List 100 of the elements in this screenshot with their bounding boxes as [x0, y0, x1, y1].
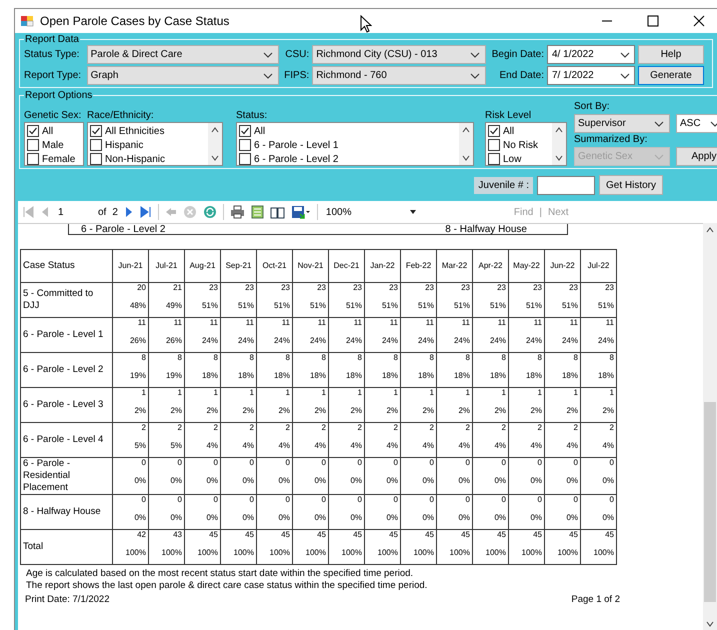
checkbox[interactable]	[90, 139, 102, 151]
dropdown[interactable]: Supervisor	[574, 114, 670, 133]
table-cell: 8 18%	[184, 352, 220, 388]
checkbox[interactable]	[239, 139, 251, 151]
scrollbar[interactable]	[459, 123, 473, 165]
column-header: Aug-21	[184, 250, 220, 282]
table-cell: 2 4%	[220, 422, 256, 458]
table-cell: 2 4%	[364, 422, 400, 458]
table-cell: 0 0%	[292, 458, 328, 494]
chevron-icon	[620, 72, 630, 78]
chevron-icon	[654, 154, 664, 160]
checkbox[interactable]	[488, 125, 500, 137]
report-button[interactable]: Help	[638, 45, 704, 64]
checkbox-label: No Risk	[503, 140, 538, 150]
row-label: 5 - Committed to DJJ	[20, 282, 112, 318]
date-picker[interactable]: 7/ 1/2022	[547, 66, 635, 85]
table-cell: 0 0%	[328, 458, 364, 494]
table-cell: 45 100%	[220, 530, 256, 564]
table-cell: 0 0%	[220, 458, 256, 494]
dropdown[interactable]: Richmond - 760	[312, 66, 486, 85]
row-label: 6 - Parole - Level 3	[20, 388, 112, 422]
table-cell: 1 2%	[580, 388, 616, 422]
dropdown[interactable]: Parole & Direct Care	[86, 45, 279, 64]
table-cell: 0 0%	[472, 494, 508, 530]
print-icon[interactable]	[230, 205, 245, 219]
scrollbar[interactable]	[552, 123, 566, 165]
scroll-up-icon[interactable]	[555, 127, 563, 133]
table-cell: 0 0%	[328, 494, 364, 530]
table-cell: 11 24%	[508, 318, 544, 352]
refresh-icon[interactable]	[202, 205, 217, 219]
scroll-down-icon[interactable]	[706, 621, 714, 627]
table-cell: 8 18%	[436, 352, 472, 388]
column-header: Jun-22	[544, 250, 580, 282]
scroll-down-icon[interactable]	[211, 155, 219, 161]
table-cell: 23 51%	[400, 282, 436, 318]
field-label: Begin Date:	[490, 48, 544, 60]
checkbox[interactable]	[27, 125, 39, 137]
table-cell: 23 51%	[364, 282, 400, 318]
table-cell: 8 18%	[580, 352, 616, 388]
checkbox-label: Male	[42, 140, 64, 150]
scroll-up-icon[interactable]	[462, 127, 470, 133]
table-cell: 0 0%	[364, 458, 400, 494]
table-cell: 0 0%	[472, 458, 508, 494]
table-cell: 8 18%	[292, 352, 328, 388]
checkbox[interactable]	[27, 139, 39, 151]
report-note: Age is calculated based on the most recent status start date within the specified time period.	[26, 568, 414, 580]
table-cell: 2 4%	[544, 422, 580, 458]
scroll-down-icon[interactable]	[555, 155, 563, 161]
group-legend: Report Options	[24, 90, 94, 101]
get-history-button[interactable]: Get History	[598, 175, 663, 195]
table-cell: 0 0%	[508, 458, 544, 494]
table-cell: 45 100%	[400, 530, 436, 564]
zoom-dropdown[interactable]: 100%	[324, 206, 418, 218]
row-label: 6 - Parole - Residential Placement	[20, 458, 112, 494]
date-picker[interactable]: 4/ 1/2022	[547, 45, 635, 64]
dropdown[interactable]: Graph	[86, 66, 279, 85]
scroll-thumb[interactable]	[704, 402, 716, 602]
scrollbar[interactable]	[703, 223, 717, 630]
scrollbar[interactable]	[208, 123, 222, 165]
column-header: Oct-21	[256, 250, 292, 282]
checkbox[interactable]	[27, 153, 39, 165]
dropdown[interactable]: ASC	[676, 114, 717, 133]
table-cell: 0 0%	[580, 458, 616, 494]
page-layout-icon[interactable]	[250, 205, 264, 219]
table-cell: 45 100%	[184, 530, 220, 564]
juvenile-number-field[interactable]	[536, 176, 595, 194]
apply-button[interactable]: Apply	[676, 147, 717, 166]
table-cell: 0 0%	[256, 458, 292, 494]
checkbox[interactable]	[488, 139, 500, 151]
checkbox[interactable]	[239, 125, 251, 137]
scroll-up-icon[interactable]	[706, 227, 714, 233]
close-icon[interactable]	[693, 15, 705, 27]
book-icon[interactable]	[270, 206, 285, 218]
scroll-up-icon[interactable]	[211, 127, 219, 133]
maximize-icon[interactable]	[647, 15, 659, 27]
dropdown[interactable]: Richmond City (CSU) - 013	[312, 45, 486, 64]
save-icon[interactable]	[290, 205, 311, 219]
checkbox-label: Low	[503, 154, 522, 164]
legend-item: 6 - Parole - Level 2	[81, 224, 166, 234]
table-cell: 2 4%	[328, 422, 364, 458]
column-header: Jan-22	[364, 250, 400, 282]
checkbox[interactable]	[488, 153, 500, 165]
row-label: 6 - Parole - Level 4	[20, 422, 112, 458]
table-cell: 0 0%	[544, 458, 580, 494]
checkbox-label: All	[254, 126, 266, 136]
last-page-icon[interactable]	[140, 206, 152, 218]
chevron-icon	[470, 72, 480, 78]
checkbox[interactable]	[239, 153, 251, 165]
field-label: Sort By:	[574, 101, 611, 113]
table-cell: 8 18%	[472, 352, 508, 388]
checkbox[interactable]	[90, 125, 102, 137]
table-cell: 45 100%	[436, 530, 472, 564]
scroll-down-icon[interactable]	[462, 155, 470, 161]
table-cell: 8 18%	[220, 352, 256, 388]
table-cell: 1 2%	[436, 388, 472, 422]
table-cell: 23 51%	[328, 282, 364, 318]
next-page-icon[interactable]	[124, 206, 134, 218]
checkbox[interactable]	[90, 153, 102, 165]
table-cell: 11 24%	[220, 318, 256, 352]
report-button[interactable]: Generate	[638, 66, 704, 85]
